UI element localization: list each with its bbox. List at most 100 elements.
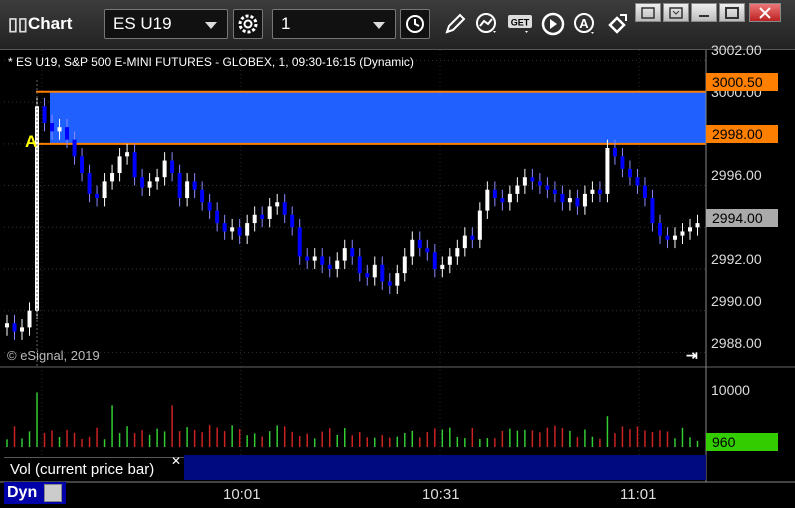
candle-body xyxy=(132,152,137,178)
candle-body xyxy=(597,189,602,194)
candle-body xyxy=(462,235,467,249)
candle-body xyxy=(635,177,640,186)
candle-body xyxy=(20,327,25,332)
candle-body xyxy=(357,256,362,274)
price-axis-label: 2996.00 xyxy=(711,167,762,183)
chart-header: * ES U19, S&P 500 E-MINI FUTURES - GLOBE… xyxy=(8,55,414,69)
candle-body xyxy=(305,256,310,261)
candle-body xyxy=(162,160,167,178)
price-axis-label: 2992.00 xyxy=(711,251,762,267)
candle-body xyxy=(567,198,572,203)
candle-body xyxy=(245,223,250,236)
candle-body xyxy=(27,310,32,328)
price-chart[interactable] xyxy=(0,0,795,508)
candle-body xyxy=(290,214,295,228)
candle-body xyxy=(57,127,62,132)
candle-body xyxy=(582,193,587,207)
candle-body xyxy=(327,264,332,269)
volume-study-label[interactable]: Vol (current price bar) xyxy=(4,457,184,481)
candle-body xyxy=(620,156,625,169)
candle-body xyxy=(612,148,617,157)
candle-body xyxy=(695,223,700,228)
candle-body xyxy=(455,248,460,257)
time-axis-label: 10:01 xyxy=(223,486,261,503)
candle-body xyxy=(642,185,647,199)
candle-body xyxy=(500,198,505,203)
candle-body xyxy=(5,323,9,328)
candle-body xyxy=(12,323,17,332)
time-axis-label: 10:31 xyxy=(422,486,460,503)
candle-body xyxy=(342,248,347,261)
candle-body xyxy=(275,202,280,207)
candle-body xyxy=(117,156,122,174)
last-price-tag: 2994.00 xyxy=(706,209,778,227)
candle-body xyxy=(425,248,430,253)
candle-body xyxy=(230,227,235,232)
candle-body xyxy=(320,256,325,265)
candle-body xyxy=(552,189,557,194)
candle-body xyxy=(335,260,340,269)
candle-body xyxy=(297,227,302,257)
candle-body xyxy=(627,168,632,178)
candle-body xyxy=(470,235,475,240)
price-zone-rectangle[interactable] xyxy=(50,91,706,144)
candle-body xyxy=(222,223,227,232)
candle-body xyxy=(237,227,242,236)
candle-body xyxy=(380,264,385,282)
candle-body xyxy=(522,177,527,186)
candle-body xyxy=(177,173,182,199)
candle-body xyxy=(110,173,115,182)
close-study-icon[interactable]: ✕ xyxy=(171,454,181,468)
lock-icon[interactable] xyxy=(44,484,62,502)
price-axis-label: 2988.00 xyxy=(711,335,762,351)
candle-body xyxy=(590,189,595,194)
candle-body xyxy=(515,185,520,194)
candle-body xyxy=(42,106,47,123)
candle-body xyxy=(560,193,565,203)
candle-body xyxy=(477,210,482,240)
candle-body xyxy=(312,256,317,261)
candle-body xyxy=(185,181,190,199)
volume-series xyxy=(6,392,699,447)
study-marker: A xyxy=(25,132,38,151)
candle-body xyxy=(140,177,145,188)
volume-last-tag: 960 xyxy=(706,433,778,451)
candle-body xyxy=(72,139,77,157)
candle-body xyxy=(545,185,550,190)
candle-body xyxy=(447,256,452,265)
candle-body xyxy=(95,193,100,199)
candle-body xyxy=(267,206,272,219)
scroll-to-end-icon[interactable]: ⇥ xyxy=(686,347,698,364)
candle-body xyxy=(605,148,610,194)
candle-body xyxy=(432,252,437,269)
candle-body xyxy=(260,214,265,219)
candle-body xyxy=(192,181,197,190)
candle-body xyxy=(672,235,677,240)
candle-body xyxy=(395,273,400,286)
candle-body xyxy=(252,214,257,224)
candle-body xyxy=(417,239,422,249)
time-axis-label: 11:01 xyxy=(620,486,657,503)
candle-body xyxy=(507,193,512,203)
volume-study-bar xyxy=(184,455,706,480)
candle-body xyxy=(350,248,355,257)
price-axis-label: 2990.00 xyxy=(711,293,762,309)
candle-body xyxy=(410,239,415,257)
candle-body xyxy=(650,198,655,224)
zone-upper-price-tag: 3000.50 xyxy=(706,73,778,91)
candle-body xyxy=(155,177,160,182)
candle-body xyxy=(102,181,107,199)
candle-body xyxy=(80,156,85,174)
candle-body xyxy=(485,189,490,211)
zone-lower-price-tag: 2998.00 xyxy=(706,125,778,143)
candle-body xyxy=(365,273,370,278)
candle-body xyxy=(50,122,55,132)
candle-body xyxy=(575,198,580,207)
volume-axis-label: 10000 xyxy=(711,382,750,398)
candle-body xyxy=(372,264,377,278)
candle-body xyxy=(537,181,542,186)
candle-body xyxy=(65,127,70,140)
price-axis-label: 3002.00 xyxy=(711,42,762,58)
candle-body xyxy=(215,210,220,224)
candle-body xyxy=(492,189,497,199)
